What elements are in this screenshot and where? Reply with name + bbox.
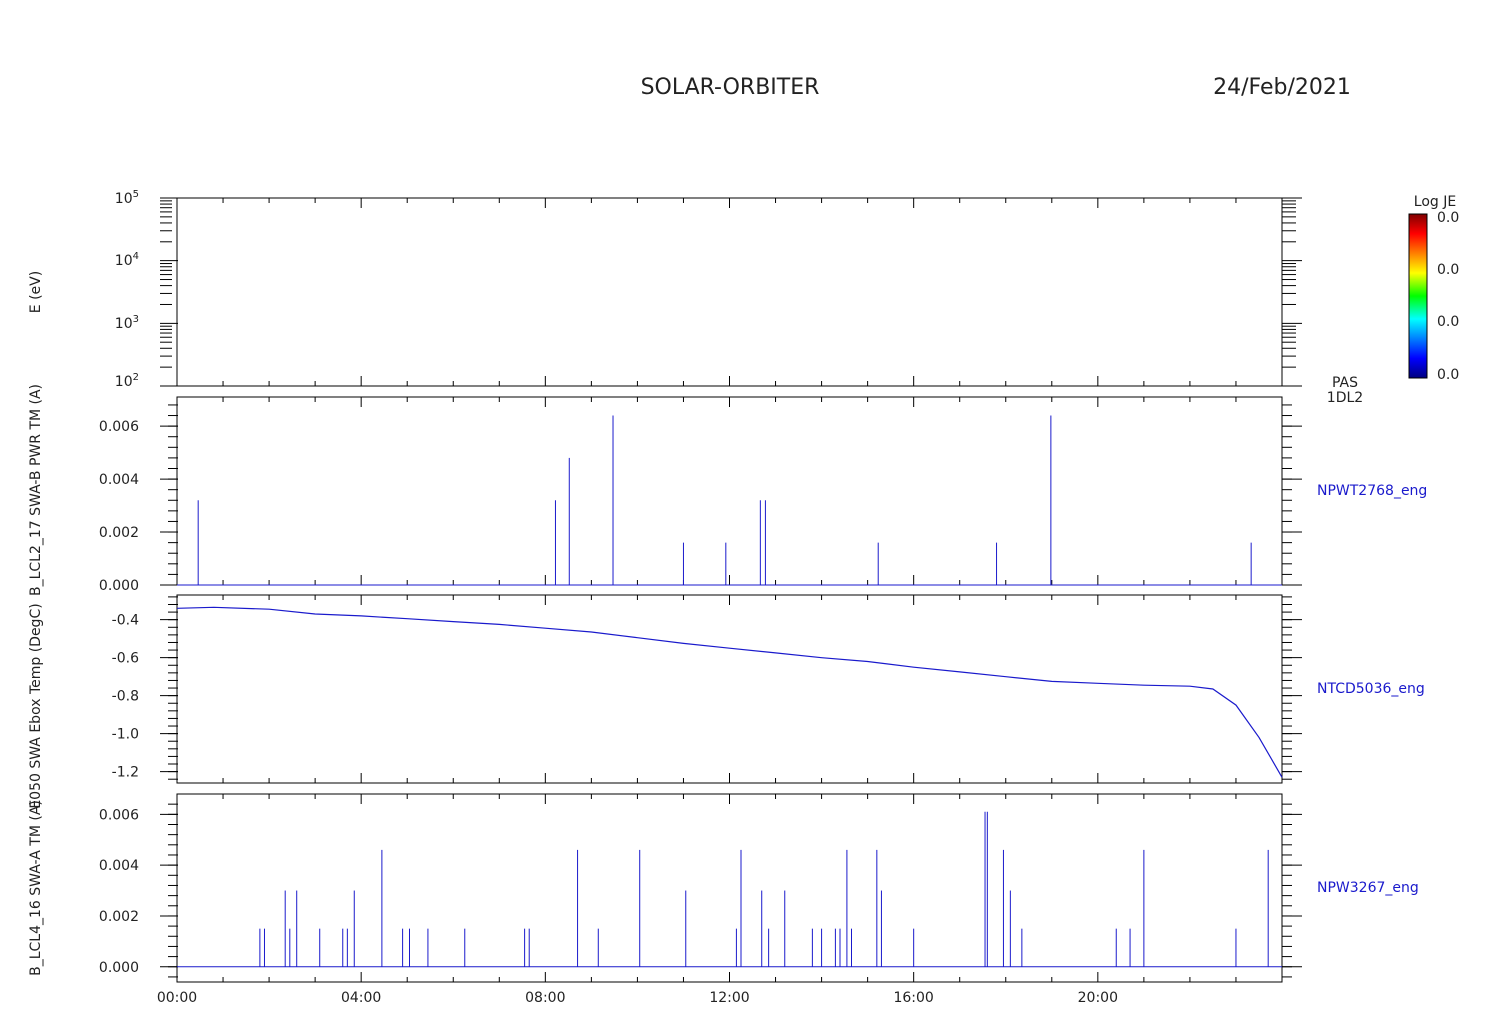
x-tick-label: 16:00	[893, 990, 933, 1006]
y-tick-label: -0.4	[112, 613, 139, 629]
y-tick-label: -0.6	[112, 651, 139, 667]
colorbar	[1408, 213, 1428, 379]
y-tick-label: -1.0	[112, 727, 139, 743]
swa-b-ylabel: B_LCL2_17 SWA-B PWR TM (A)	[28, 384, 44, 596]
y-tick-label: 0.006	[99, 419, 139, 435]
data-traces	[176, 415, 1283, 968]
y-tick-label: 0.000	[99, 960, 139, 976]
chart-figure: SOLAR-ORBITER 24/Feb/2021 00:00 04:00 08:0…	[28, 75, 1459, 1006]
swa-a-ylabel: B_LCL4_16 SWA-A TM (A)	[28, 800, 44, 976]
energy-ytick-10000: 104	[115, 251, 139, 269]
y-tick-label: 0.000	[99, 578, 139, 594]
swa-b-side-label: NPWT2768_eng	[1317, 483, 1427, 499]
mission-title: SOLAR-ORBITER	[641, 75, 820, 100]
x-tick-label: 04:00	[341, 990, 381, 1006]
panel-temp-frame	[176, 594, 1283, 784]
energy-ylabel: E (eV)	[28, 271, 44, 313]
date-label: 24/Feb/2021	[1213, 75, 1351, 100]
x-tick-label: 00:00	[157, 990, 197, 1006]
colorbar-tick-label: 0.0	[1437, 210, 1459, 226]
x-tick-label: 12:00	[709, 990, 749, 1006]
temp-side-label: NTCD5036_eng	[1317, 681, 1425, 697]
energy-side-label-2: 1DL2	[1327, 390, 1363, 406]
y-tick-label: 0.006	[99, 807, 139, 823]
panel-energy-frame	[176, 197, 1283, 387]
energy-side-label-1: PAS	[1332, 375, 1358, 391]
colorbar-tick-label: 0.0	[1437, 314, 1459, 330]
temp-ylabel: E050 SWA Ebox Temp (DegC)	[28, 603, 44, 808]
temperature-series-line	[176, 606, 1283, 778]
colorbar-tick-label: 0.0	[1437, 262, 1459, 278]
energy-ytick-1000: 103	[115, 314, 139, 332]
swa-a-side-label: NPW3267_eng	[1317, 880, 1419, 896]
x-tick-label: 08:00	[525, 990, 565, 1006]
colorbar-tick-label: 0.0	[1437, 367, 1459, 383]
axis-ticks: 00:00 04:00 08:00 12:00 16:00 20:00 0.000 0.002…	[99, 197, 1302, 1006]
y-tick-label: 0.002	[99, 909, 139, 925]
y-tick-label: -0.8	[112, 689, 139, 705]
y-tick-label: 0.002	[99, 525, 139, 541]
y-tick-label: -1.2	[112, 765, 139, 781]
colorbar-title: Log JE	[1414, 194, 1456, 210]
energy-ytick-100000: 105	[115, 189, 139, 207]
energy-ytick-100: 102	[115, 372, 139, 390]
x-tick-label: 20:00	[1078, 990, 1118, 1006]
y-tick-label: 0.004	[99, 858, 139, 874]
y-tick-label: 0.004	[99, 472, 139, 488]
panel-swa-b-frame	[176, 396, 1283, 586]
